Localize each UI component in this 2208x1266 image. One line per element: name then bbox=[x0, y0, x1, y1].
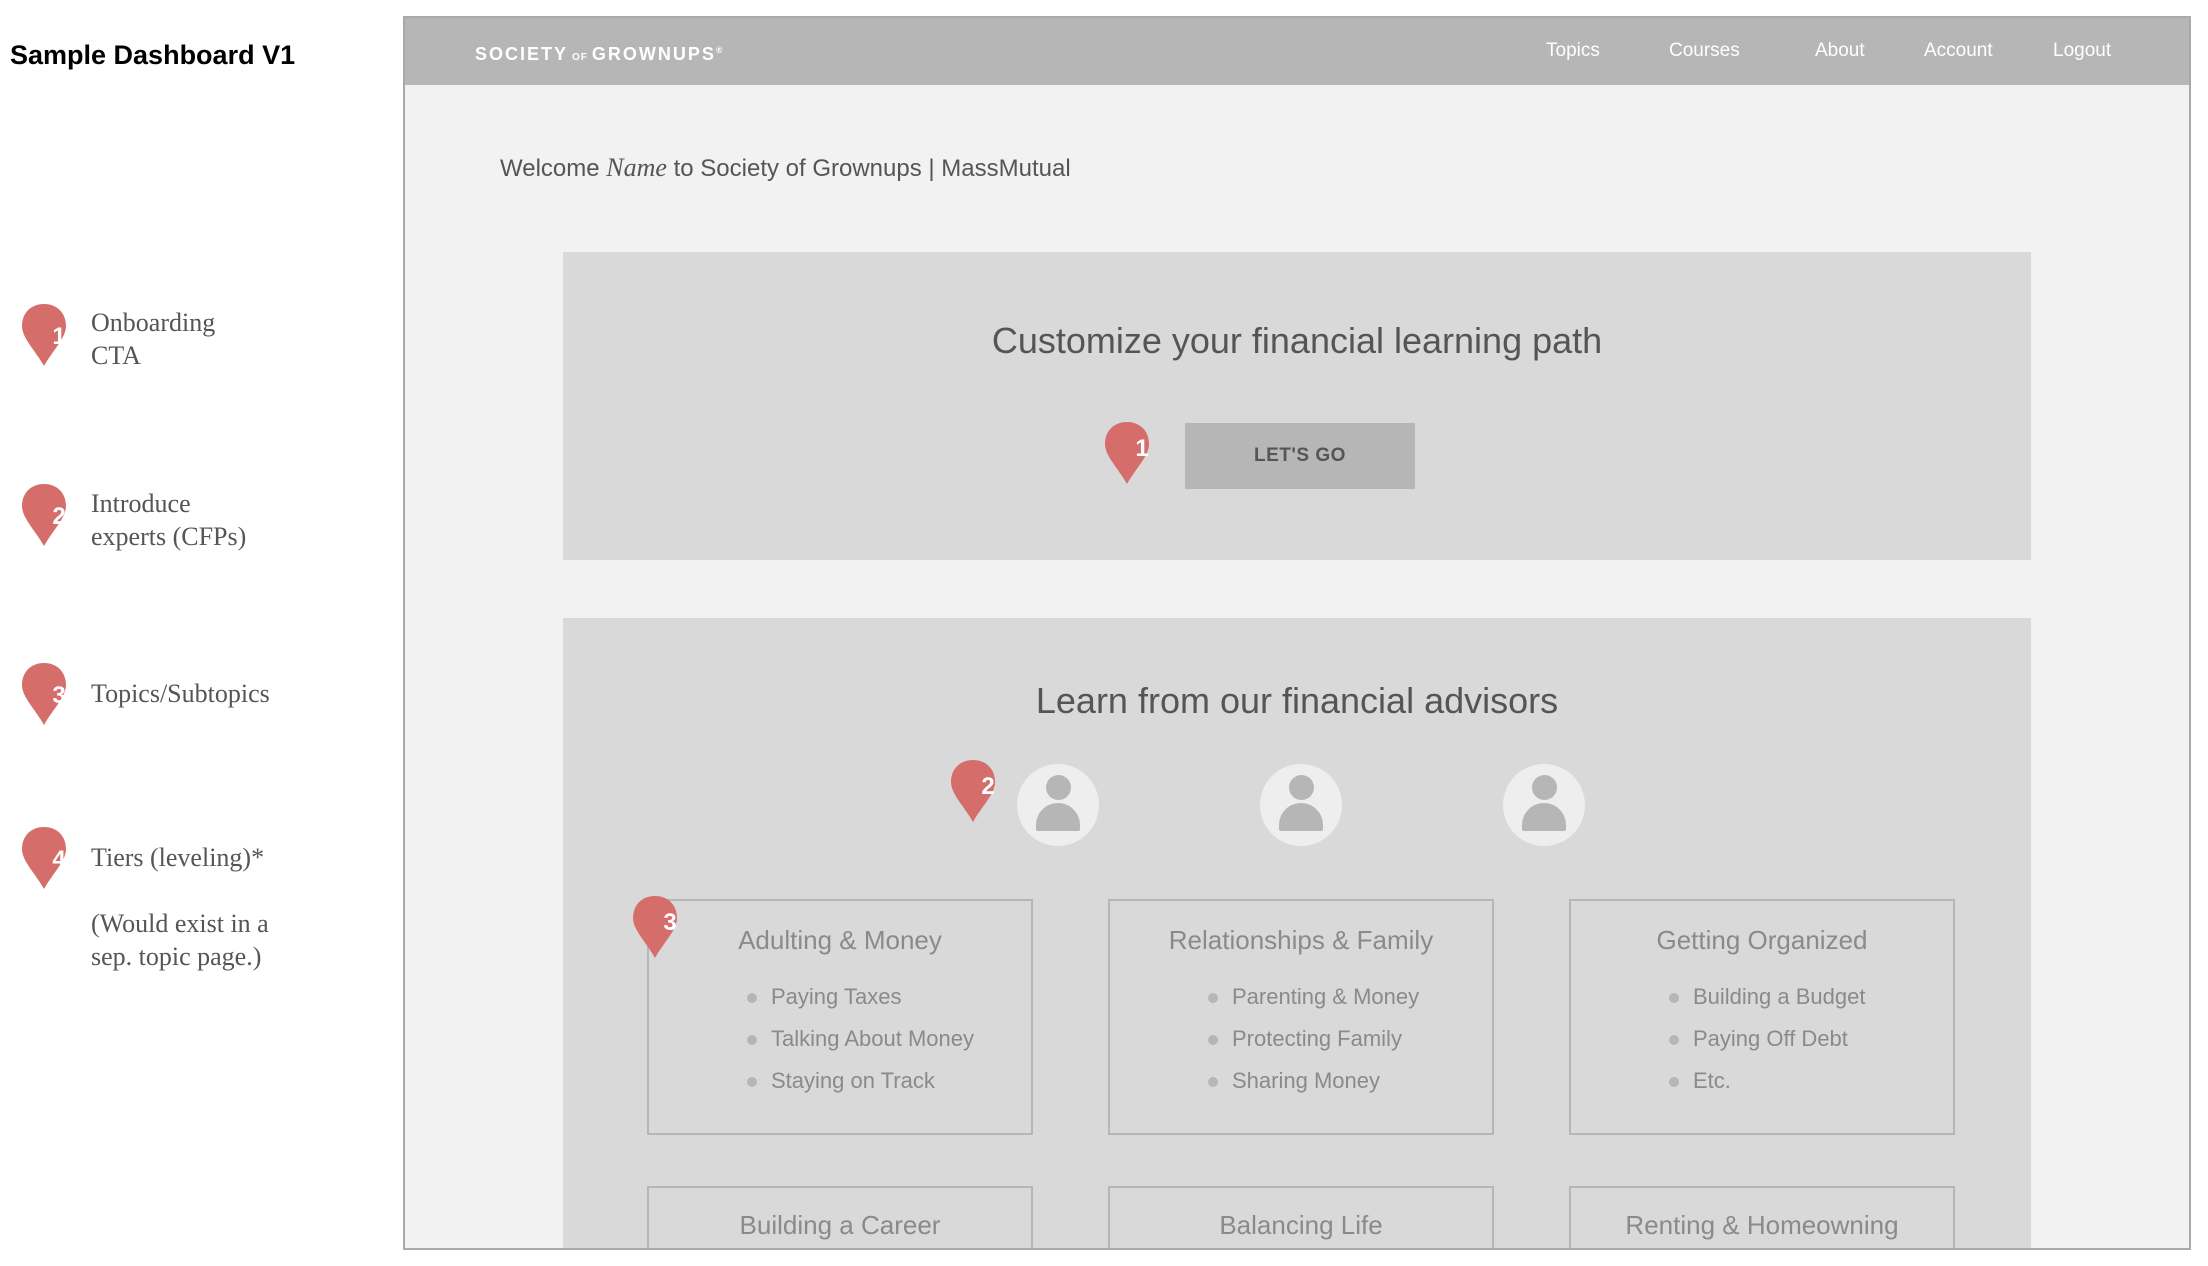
cta-panel-title: Customize your financial learning path bbox=[991, 320, 1603, 361]
advisor-avatar-icon[interactable] bbox=[1260, 764, 1342, 846]
logo-word-of: OF bbox=[572, 52, 588, 63]
nav-logout[interactable]: Logout bbox=[2053, 40, 2111, 62]
marker-number: 1 bbox=[1135, 435, 1148, 462]
marker-pin-icon: 3 bbox=[631, 894, 679, 960]
bullet-icon bbox=[1208, 1035, 1218, 1045]
subtopic-label: Protecting Family bbox=[1232, 1026, 1402, 1051]
subtopic-list: Paying Taxes Talking About Money Staying… bbox=[747, 981, 974, 1107]
document-title: Sample Dashboard V1 bbox=[10, 40, 296, 70]
subtopic-item[interactable]: Sharing Money bbox=[1208, 1065, 1419, 1107]
topic-card-building-career[interactable]: Building a Career bbox=[647, 1186, 1033, 1248]
legend-tiers: Tiers (leveling)* (Would exist in a sep.… bbox=[91, 843, 269, 971]
bullet-icon bbox=[1669, 993, 1679, 1003]
nav-topics[interactable]: Topics bbox=[1546, 40, 1600, 62]
subtopic-label: Etc. bbox=[1693, 1068, 1731, 1093]
marker-pin-icon: 3 bbox=[20, 661, 68, 727]
subtopic-item[interactable]: Paying Off Debt bbox=[1669, 1023, 1865, 1065]
subtopic-item[interactable]: Staying on Track bbox=[747, 1065, 974, 1107]
subtopic-item[interactable]: Protecting Family bbox=[1208, 1023, 1419, 1065]
topic-card-balancing-life[interactable]: Balancing Life bbox=[1108, 1186, 1494, 1248]
subtopic-item[interactable]: Paying Taxes bbox=[747, 981, 974, 1023]
welcome-message: Welcome Name to Society of Grownups | Ma… bbox=[500, 153, 1071, 183]
topic-card-title: Adulting & Money bbox=[738, 925, 942, 955]
welcome-prefix: Welcome bbox=[500, 155, 607, 182]
marker-pin-icon: 1 bbox=[1103, 420, 1151, 486]
subtopic-label: Staying on Track bbox=[771, 1068, 935, 1093]
subtopic-label: Talking About Money bbox=[771, 1026, 975, 1051]
marker-number: 2 bbox=[52, 503, 65, 530]
legend-onboarding-cta: Onboarding CTA bbox=[91, 308, 216, 370]
logo-word-society: SOCIETY bbox=[475, 44, 569, 64]
lets-go-button[interactable]: LET'S GO bbox=[1185, 423, 1415, 489]
marker-number: 2 bbox=[981, 773, 994, 800]
topic-card-title: Building a Career bbox=[739, 1210, 941, 1240]
bullet-icon bbox=[1208, 1077, 1218, 1087]
legend-introduce-experts: Introduce experts (CFPs) bbox=[91, 489, 247, 551]
bullet-icon bbox=[1208, 993, 1218, 1003]
onboarding-cta-panel: Customize your financial learning path 1… bbox=[563, 252, 2031, 560]
advisor-avatar-icon[interactable] bbox=[1503, 764, 1585, 846]
marker-pin-icon: 2 bbox=[20, 482, 68, 548]
nav-account[interactable]: Account bbox=[1924, 40, 1993, 62]
topic-card-title: Relationships & Family bbox=[1168, 925, 1434, 955]
site-logo[interactable]: SOCIETY OF GROWNUPS® bbox=[475, 44, 725, 65]
marker-number: 4 bbox=[52, 846, 66, 873]
subtopic-label: Sharing Money bbox=[1232, 1068, 1380, 1093]
subtopic-item[interactable]: Parenting & Money bbox=[1208, 981, 1419, 1023]
marker-number: 3 bbox=[663, 909, 676, 936]
subtopic-list: Parenting & Money Protecting Family Shar… bbox=[1208, 981, 1419, 1107]
subtopic-label: Paying Off Debt bbox=[1693, 1026, 1848, 1051]
subtopic-item[interactable]: Etc. bbox=[1669, 1065, 1865, 1107]
topic-card-title: Getting Organized bbox=[1656, 925, 1868, 955]
nav-courses[interactable]: Courses bbox=[1669, 40, 1740, 62]
marker-pin-icon: 2 bbox=[949, 758, 997, 824]
bullet-icon bbox=[1669, 1077, 1679, 1087]
top-navigation-bar: SOCIETY OF GROWNUPS® Topics Courses About … bbox=[405, 18, 2189, 85]
marker-pin-icon: 1 bbox=[20, 302, 68, 368]
bullet-icon bbox=[747, 1077, 757, 1087]
topic-card-title: Balancing Life bbox=[1219, 1210, 1383, 1240]
subtopic-item[interactable]: Talking About Money bbox=[747, 1023, 974, 1065]
topic-card-relationships-family[interactable]: Relationships & Family Parenting & Money… bbox=[1108, 899, 1494, 1135]
topic-card-renting-homeowning[interactable]: Renting & Homeowning bbox=[1569, 1186, 1955, 1248]
welcome-suffix: to Society of Grownups | MassMutual bbox=[666, 155, 1071, 182]
advisors-topics-panel: Learn from our financial advisors 2 3 Ad… bbox=[563, 618, 2031, 1248]
subtopic-label: Paying Taxes bbox=[771, 984, 902, 1009]
marker-number: 1 bbox=[52, 323, 65, 350]
topic-card-adulting-money[interactable]: Adulting & Money Paying Taxes Talking Ab… bbox=[647, 899, 1033, 1135]
marker-number: 3 bbox=[52, 682, 65, 709]
legend-topics-subtopics: Topics/Subtopics bbox=[91, 679, 270, 708]
nav-about[interactable]: About bbox=[1815, 40, 1865, 62]
subtopic-label: Parenting & Money bbox=[1232, 984, 1420, 1009]
topic-card-title: Renting & Homeowning bbox=[1625, 1210, 1899, 1240]
logo-word-grownups: GROWNUPS bbox=[591, 44, 716, 64]
subtopic-label: Building a Budget bbox=[1693, 984, 1866, 1009]
dashboard-wireframe: SOCIETY OF GROWNUPS® Topics Courses About … bbox=[403, 16, 2191, 1250]
bullet-icon bbox=[747, 1035, 757, 1045]
advisors-panel-title: Learn from our financial advisors bbox=[1035, 680, 1559, 721]
logo-registered-mark: ® bbox=[715, 45, 725, 55]
topic-card-getting-organized[interactable]: Getting Organized Building a Budget Payi… bbox=[1569, 899, 1955, 1135]
subtopic-list: Building a Budget Paying Off Debt Etc. bbox=[1669, 981, 1865, 1107]
welcome-user-name: Name bbox=[606, 153, 667, 182]
bullet-icon bbox=[1669, 1035, 1679, 1045]
advisor-avatar-icon[interactable] bbox=[1017, 764, 1099, 846]
subtopic-item[interactable]: Building a Budget bbox=[1669, 981, 1865, 1023]
marker-pin-icon: 4 bbox=[20, 825, 68, 891]
bullet-icon bbox=[747, 993, 757, 1003]
